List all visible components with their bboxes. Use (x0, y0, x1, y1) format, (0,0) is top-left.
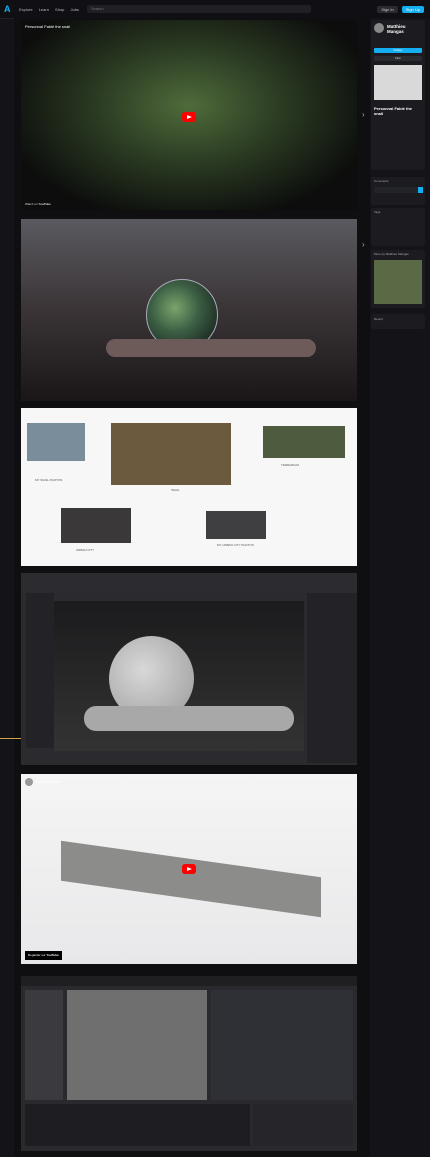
report-title[interactable]: Report (374, 317, 383, 321)
artist-name[interactable]: Matthieu Mangas (387, 24, 423, 34)
sign-up-button[interactable]: Sign Up (401, 5, 424, 13)
media-photogrammetry-screenshot[interactable] (21, 976, 357, 1151)
more-by-title: More by Matthieu Mangas (374, 252, 409, 256)
app-toolbar (21, 573, 357, 591)
sidewalk-model (61, 840, 321, 918)
comments-panel: Comments (371, 177, 425, 205)
main-nav: Explore Learn Shop Jobs (14, 7, 79, 12)
media-terrarium-video[interactable]: Personnal Fabié the snail Watch on YouTu… (21, 20, 357, 210)
send-button[interactable] (418, 187, 423, 193)
nav-shop[interactable]: Shop (55, 7, 64, 12)
avatar[interactable] (374, 23, 384, 33)
left-tool-shelf (26, 593, 54, 748)
sign-in-button[interactable]: Sign In (377, 5, 398, 13)
project-title: Personnal Fabié the snail (374, 106, 413, 116)
label-my-snail-photos: MY SNAIL PHOTOS (35, 478, 63, 482)
promo-banner[interactable] (374, 65, 422, 100)
watch-on-label[interactable]: Watch on YouTube (25, 202, 51, 206)
photo-cluster (263, 426, 345, 458)
label-my-urban-city-photos: MY URBAN CITY PHOTOS (217, 543, 254, 547)
more-by-artist-panel: More by Matthieu Mangas (371, 250, 425, 308)
snail-body-shape (106, 339, 316, 357)
follow-button[interactable]: Follow (374, 48, 422, 53)
video-title: Personnal Fabié the snail (25, 24, 71, 29)
next-arrow-icon[interactable]: › (362, 240, 365, 249)
comment-input[interactable] (374, 187, 418, 193)
label-urban-city: URBAN CITY (76, 548, 95, 552)
app-menubar (21, 976, 357, 986)
play-icon[interactable] (182, 864, 196, 874)
nav-learn[interactable]: Learn (39, 7, 49, 12)
tags-panel: Tags (371, 208, 425, 246)
right-tool-panel (307, 593, 357, 763)
photo-cluster (111, 423, 231, 485)
brand-logo[interactable]: A (4, 4, 14, 14)
top-actions: Sign In Sign Up (377, 5, 424, 13)
nav-explore[interactable]: Explore (19, 7, 33, 12)
report-panel: Report (371, 314, 425, 329)
node-graph (25, 1104, 250, 1146)
nav-jobs[interactable]: Jobs (71, 7, 79, 12)
next-arrow-icon[interactable]: › (362, 110, 365, 119)
photo-cluster (61, 508, 131, 543)
channel-name: sidewalk scan (36, 779, 61, 784)
viewport (54, 601, 304, 751)
channel-avatar (25, 778, 33, 786)
media-moodboard[interactable]: MY SNAIL PHOTOS SNAIL TERRARIUM URBAN CI… (21, 408, 357, 566)
play-icon[interactable] (182, 112, 196, 122)
tags-title: Tags (374, 210, 381, 214)
media-snail-image[interactable] (21, 219, 357, 401)
3d-viewer (211, 990, 353, 1100)
media-sidewalk-video[interactable]: sidewalk scan Regarder sur YouTube (21, 774, 357, 964)
photo-cluster (27, 423, 85, 461)
comments-title: Comments (374, 179, 389, 183)
label-snail: SNAIL (171, 488, 180, 492)
search-input[interactable]: Search (86, 5, 311, 13)
artist-card: Matthieu Mangas Follow Hire Personnal Fa… (371, 20, 425, 170)
attribute-editor (253, 1104, 353, 1146)
media-sculpt-screenshot[interactable] (21, 573, 357, 765)
top-bar: A Explore Learn Shop Jobs Search Sign In… (0, 0, 430, 19)
watch-on-label[interactable]: Regarder sur YouTube (25, 951, 62, 960)
label-terrarium: TERRARIUM (281, 463, 299, 467)
image-gallery (25, 990, 63, 1100)
snail-body-model (84, 706, 294, 731)
hire-button[interactable]: Hire (374, 56, 422, 61)
more-by-thumbnails[interactable] (374, 260, 422, 304)
image-viewer (67, 990, 207, 1100)
photo-cluster (206, 511, 266, 539)
